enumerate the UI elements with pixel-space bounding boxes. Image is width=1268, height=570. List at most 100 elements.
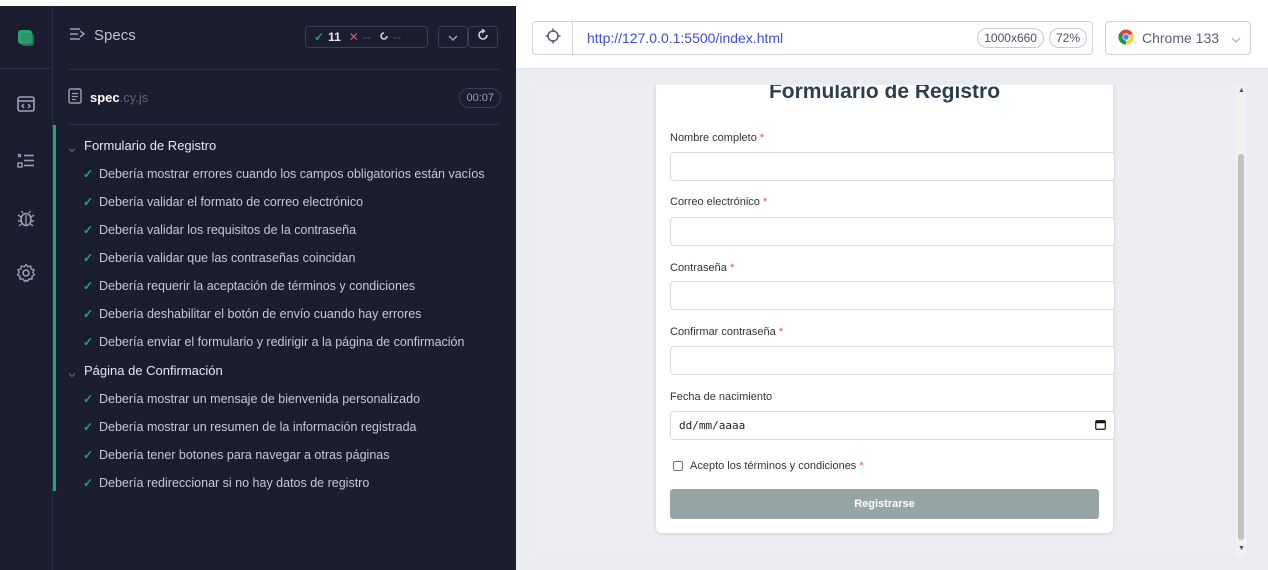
terms-checkbox[interactable]	[673, 461, 683, 471]
full-name-input[interactable]	[670, 152, 1115, 181]
document-icon	[68, 88, 82, 107]
passed-count: 11	[328, 30, 341, 44]
specs-toggle[interactable]: Specs	[70, 27, 136, 44]
url-bar[interactable]: http://127.0.0.1:5500/index.html 1000x66…	[532, 21, 1093, 55]
chevron-down-icon	[68, 142, 76, 152]
nav-logo-area	[0, 6, 53, 69]
confirm-password-input[interactable]	[670, 346, 1115, 375]
password-input[interactable]	[670, 281, 1115, 310]
debug-bug-icon[interactable]	[12, 204, 40, 232]
test-title: Debería deshabilitar el botón de envío c…	[99, 307, 422, 321]
cypress-logo-icon[interactable]	[12, 24, 40, 52]
scroll-down-arrow-icon[interactable]: ▼	[1238, 545, 1245, 552]
spec-duration-badge: 00:07	[459, 88, 501, 108]
chevron-down-icon	[1231, 30, 1241, 46]
browser-selector[interactable]: Chrome 133	[1105, 21, 1251, 55]
test-title: Debería redireccionar si no hay datos de…	[99, 476, 370, 490]
form-title: Formulario de Registro	[768, 85, 1001, 103]
specs-reporter-panel: Specs ✓ 11 ✕ -- -- spec.cy.js 00:07 Form…	[53, 6, 516, 570]
specs-header: Specs ✓ 11 ✕ -- --	[53, 6, 516, 70]
suite-title: Formulario de Registro	[84, 138, 217, 153]
pass-check-icon: ✓	[83, 223, 94, 237]
test-title: Debería mostrar un resumen de la informa…	[99, 420, 417, 434]
test-item[interactable]: ✓ Debería mostrar un resumen de la inform…	[83, 420, 417, 434]
chevron-down-icon	[68, 367, 76, 377]
chrome-icon	[1118, 29, 1134, 48]
suite-formulario-registro[interactable]: Formulario de Registro	[68, 138, 216, 153]
suite-pagina-confirmacion[interactable]: Página de Confirmación	[68, 363, 223, 378]
test-list: Formulario de Registro ✓ Debería mostrar …	[53, 125, 516, 491]
zoom-badge[interactable]: 72%	[1048, 28, 1087, 48]
test-item[interactable]: ✓ Debería deshabilitar el botón de envío …	[83, 307, 421, 321]
side-nav	[0, 6, 53, 570]
pass-check-icon: ✓	[83, 307, 94, 321]
pass-check-icon: ✓	[83, 167, 94, 181]
spec-file-row: spec.cy.js 00:07	[68, 70, 501, 125]
spec-file-name: spec	[90, 90, 120, 105]
date-placeholder: dd/mm/aaaa	[679, 419, 746, 432]
selector-playground-button[interactable]	[533, 22, 573, 54]
rerun-button[interactable]	[468, 26, 498, 48]
refresh-icon	[477, 28, 489, 46]
terms-label: Acepto los términos y condiciones	[690, 460, 857, 472]
pending-count: --	[392, 30, 401, 44]
birthdate-label: Fecha de nacimiento	[670, 391, 773, 403]
test-title: Debería validar el formato de correo ele…	[99, 195, 364, 209]
crosshair-icon	[545, 28, 561, 49]
pass-check-icon: ✓	[83, 251, 94, 265]
test-item[interactable]: ✓ Debería validar el formato de correo el…	[83, 195, 363, 209]
pass-check-icon: ✓	[83, 279, 94, 293]
app-under-test-panel: http://127.0.0.1:5500/index.html 1000x66…	[516, 6, 1268, 570]
password-label: Contraseña *	[670, 262, 735, 274]
failed-stat: ✕ --	[341, 30, 371, 44]
test-item[interactable]: ✓ Debería tener botones para navegar a ot…	[83, 448, 389, 462]
scroll-up-arrow-icon[interactable]: ▲	[1238, 87, 1245, 94]
email-label: Correo electrónico *	[670, 196, 768, 208]
aut-viewport: Formulario de Registro Nombre completo *…	[532, 85, 1246, 557]
test-item[interactable]: ✓ Debería mostrar un mensaje de bienvenid…	[83, 392, 420, 406]
url-text[interactable]: http://127.0.0.1:5500/index.html	[573, 30, 977, 46]
calendar-icon[interactable]	[1095, 419, 1106, 433]
test-title: Debería tener botones para navegar a otr…	[99, 448, 390, 462]
test-title: Debería validar los requisitos de la con…	[99, 223, 357, 237]
test-stats: ✓ 11 ✕ -- --	[305, 26, 428, 48]
test-item[interactable]: ✓ Debería mostrar errores cuando los camp…	[83, 167, 485, 181]
test-item[interactable]: ✓ Debería validar los requisitos de la co…	[83, 223, 356, 237]
viewport-size-badge[interactable]: 1000x660	[977, 28, 1044, 48]
spec-file-ext: .cy.js	[119, 90, 149, 105]
settings-gear-icon[interactable]	[12, 259, 40, 287]
browser-name: Chrome 133	[1142, 30, 1220, 46]
runs-icon[interactable]	[12, 90, 40, 118]
specs-list-icon[interactable]	[12, 146, 40, 174]
test-item[interactable]: ✓ Debería redireccionar si no hay datos d…	[83, 476, 369, 490]
failed-x-icon: ✕	[348, 30, 359, 44]
passed-stat: ✓ 11	[306, 30, 341, 44]
test-title: Debería requerir la aceptación de términ…	[99, 279, 416, 293]
test-title: Debería mostrar errores cuando los campo…	[99, 167, 485, 181]
terms-checkbox-row[interactable]: Acepto los términos y condiciones *	[673, 460, 864, 472]
passed-check-icon: ✓	[314, 30, 325, 44]
pass-check-icon: ✓	[83, 195, 94, 209]
pass-check-icon: ✓	[83, 335, 94, 349]
aut-header: http://127.0.0.1:5500/index.html 1000x66…	[516, 6, 1268, 69]
full-name-label: Nombre completo *	[670, 132, 765, 144]
collapse-button[interactable]	[438, 26, 468, 48]
pass-check-icon: ✓	[83, 448, 94, 462]
test-title: Debería validar que las contraseñas coin…	[99, 251, 356, 265]
suite-title: Página de Confirmación	[84, 363, 223, 378]
spec-file[interactable]: spec.cy.js	[68, 88, 148, 107]
confirm-password-label: Confirmar contraseña *	[670, 326, 784, 338]
scroll-thumb[interactable]	[1238, 154, 1244, 540]
viewport-scrollbar[interactable]: ▲ ▼	[1236, 85, 1246, 557]
birthdate-input[interactable]: dd/mm/aaaa	[670, 411, 1115, 440]
email-input[interactable]	[670, 217, 1115, 246]
pending-stat: --	[371, 30, 401, 44]
test-item[interactable]: ✓ Debería validar que las contraseñas coi…	[83, 251, 355, 265]
pass-check-icon: ✓	[83, 476, 94, 490]
test-item[interactable]: ✓ Debería requerir la aceptación de térmi…	[83, 279, 415, 293]
register-submit-button[interactable]: Registrarse	[670, 489, 1099, 519]
test-item[interactable]: ✓ Debería enviar el formulario y redirigi…	[83, 335, 464, 349]
test-title: Debería enviar el formulario y redirigir…	[99, 335, 465, 349]
specs-title: Specs	[94, 27, 136, 44]
failed-count: --	[362, 30, 371, 44]
